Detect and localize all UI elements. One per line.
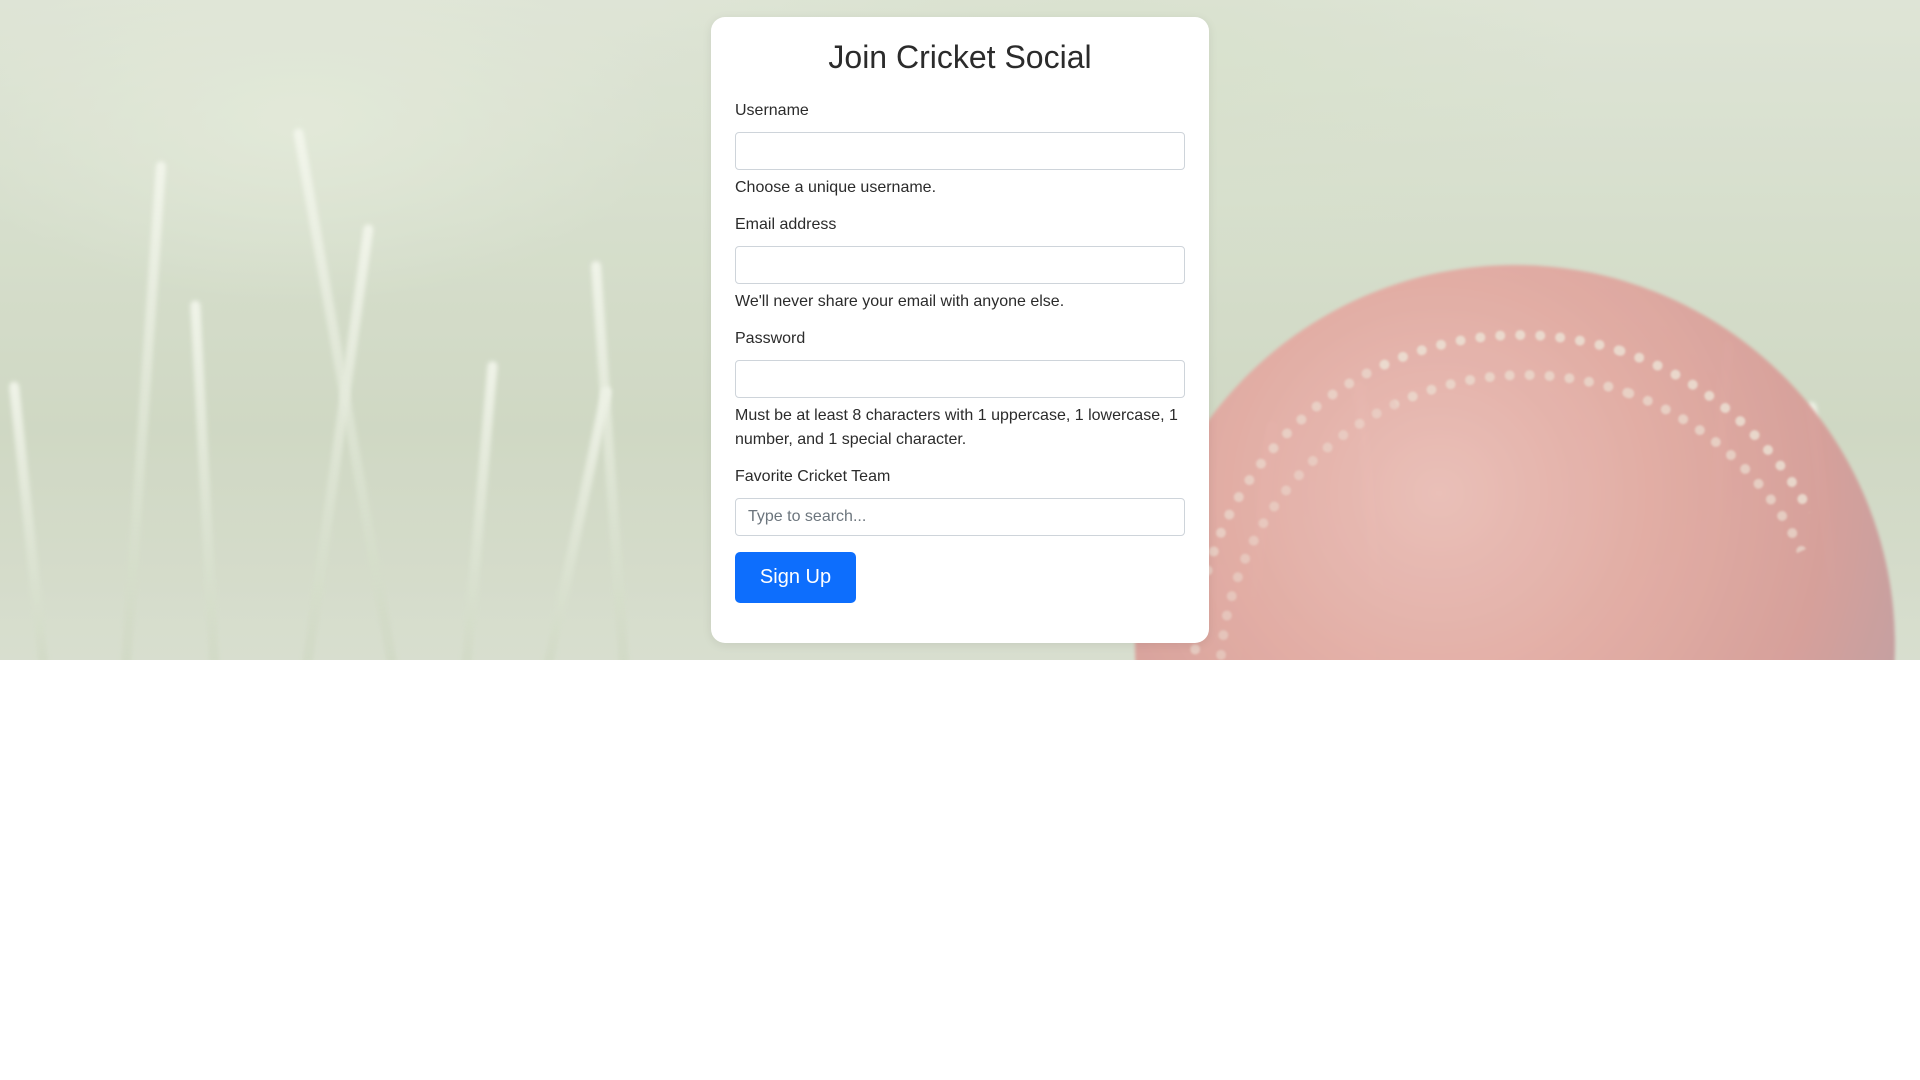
username-group: Username Choose a unique username. bbox=[735, 101, 1185, 200]
username-input[interactable] bbox=[735, 132, 1185, 170]
favorite-team-label: Favorite Cricket Team bbox=[735, 468, 891, 485]
page: Join Cricket Social Username Choose a un… bbox=[0, 0, 1920, 1080]
favorite-team-search-input[interactable] bbox=[735, 498, 1185, 536]
password-label: Password bbox=[735, 330, 806, 347]
sign-up-button[interactable]: Sign Up bbox=[735, 552, 856, 603]
password-help-text: Must be at least 8 characters with 1 upp… bbox=[735, 407, 1178, 448]
password-input[interactable] bbox=[735, 360, 1185, 398]
username-label: Username bbox=[735, 102, 809, 119]
email-label: Email address bbox=[735, 216, 837, 233]
signup-card: Join Cricket Social Username Choose a un… bbox=[711, 17, 1209, 643]
email-group: Email address We'll never share your ema… bbox=[735, 215, 1185, 314]
email-input[interactable] bbox=[735, 246, 1185, 284]
username-help-text: Choose a unique username. bbox=[735, 179, 937, 196]
password-group: Password Must be at least 8 characters w… bbox=[735, 329, 1185, 452]
favorite-team-group: Favorite Cricket Team bbox=[735, 467, 1185, 536]
email-help-text: We'll never share your email with anyone… bbox=[735, 293, 1065, 310]
page-title: Join Cricket Social bbox=[828, 39, 1092, 75]
